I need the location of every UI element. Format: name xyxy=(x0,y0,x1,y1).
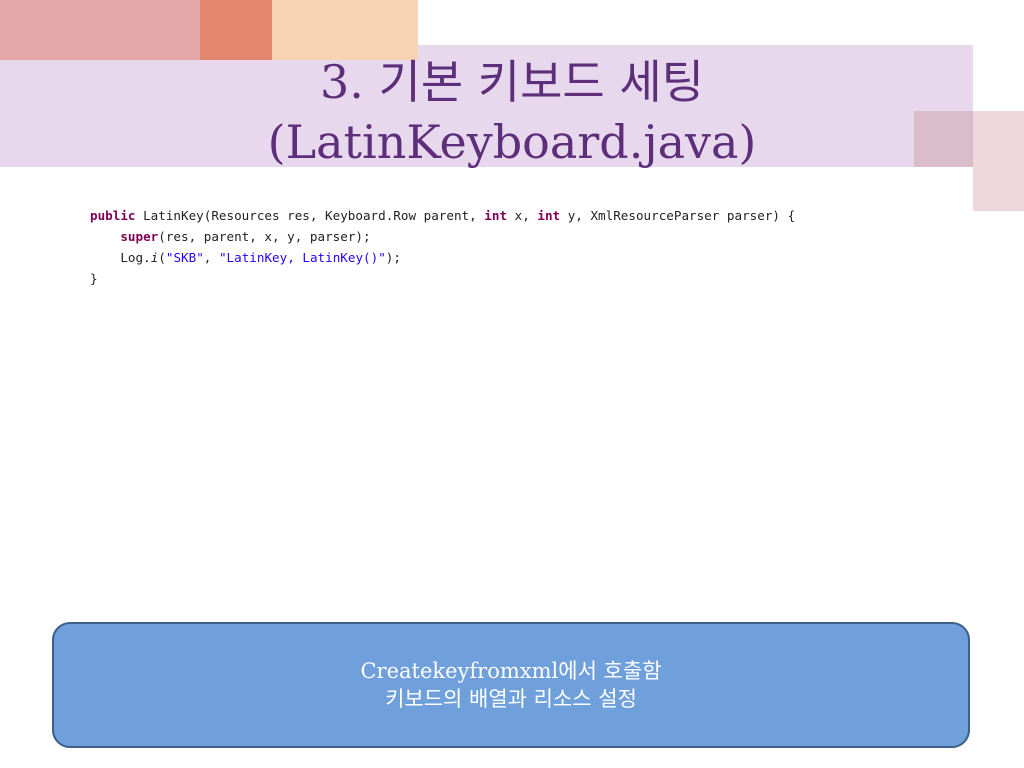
note-line-1: Createkeyfromxml에서 호출함 xyxy=(360,659,662,683)
decor-square-peach xyxy=(272,0,418,60)
code-text: , xyxy=(203,250,219,265)
code-text: y, XmlResourceParser parser) { xyxy=(560,208,796,223)
code-text: (res, parent, x, y, parser); xyxy=(158,229,371,244)
slide-title: 3. 기본 키보드 세팅 (LatinKeyboard.java) xyxy=(0,52,1024,172)
code-keyword: public xyxy=(90,208,136,223)
code-line-2: super(res, parent, x, y, parser); xyxy=(90,226,970,247)
code-line-3: Log.i("SKB", "LatinKey, LatinKey()"); xyxy=(90,247,970,268)
code-keyword: int xyxy=(484,208,508,223)
code-keyword: super xyxy=(120,229,159,244)
note-box: Createkeyfromxml에서 호출함 키보드의 배열과 리소스 설정 xyxy=(52,622,970,748)
code-text: x, xyxy=(507,208,538,223)
slide-title-line1: 3. 기본 키보드 세팅 xyxy=(320,55,704,109)
code-block: public LatinKey(Resources res, Keyboard.… xyxy=(90,205,970,289)
code-keyword: int xyxy=(537,208,561,223)
slide-title-line2: (LatinKeyboard.java) xyxy=(267,115,757,169)
code-text: Log. xyxy=(120,250,151,265)
code-line-4: } xyxy=(90,271,98,286)
code-string: "SKB" xyxy=(165,250,204,265)
note-line-2: 키보드의 배열과 리소스 설정 xyxy=(385,687,637,711)
code-text: LatinKey(Resources res, Keyboard.Row par… xyxy=(135,208,485,223)
code-line-1: public LatinKey(Resources res, Keyboard.… xyxy=(90,205,970,226)
decor-square-orange xyxy=(200,0,272,60)
code-string: "LatinKey, LatinKey()" xyxy=(218,250,386,265)
code-text: ); xyxy=(385,250,401,265)
code-text: ( xyxy=(158,250,166,265)
